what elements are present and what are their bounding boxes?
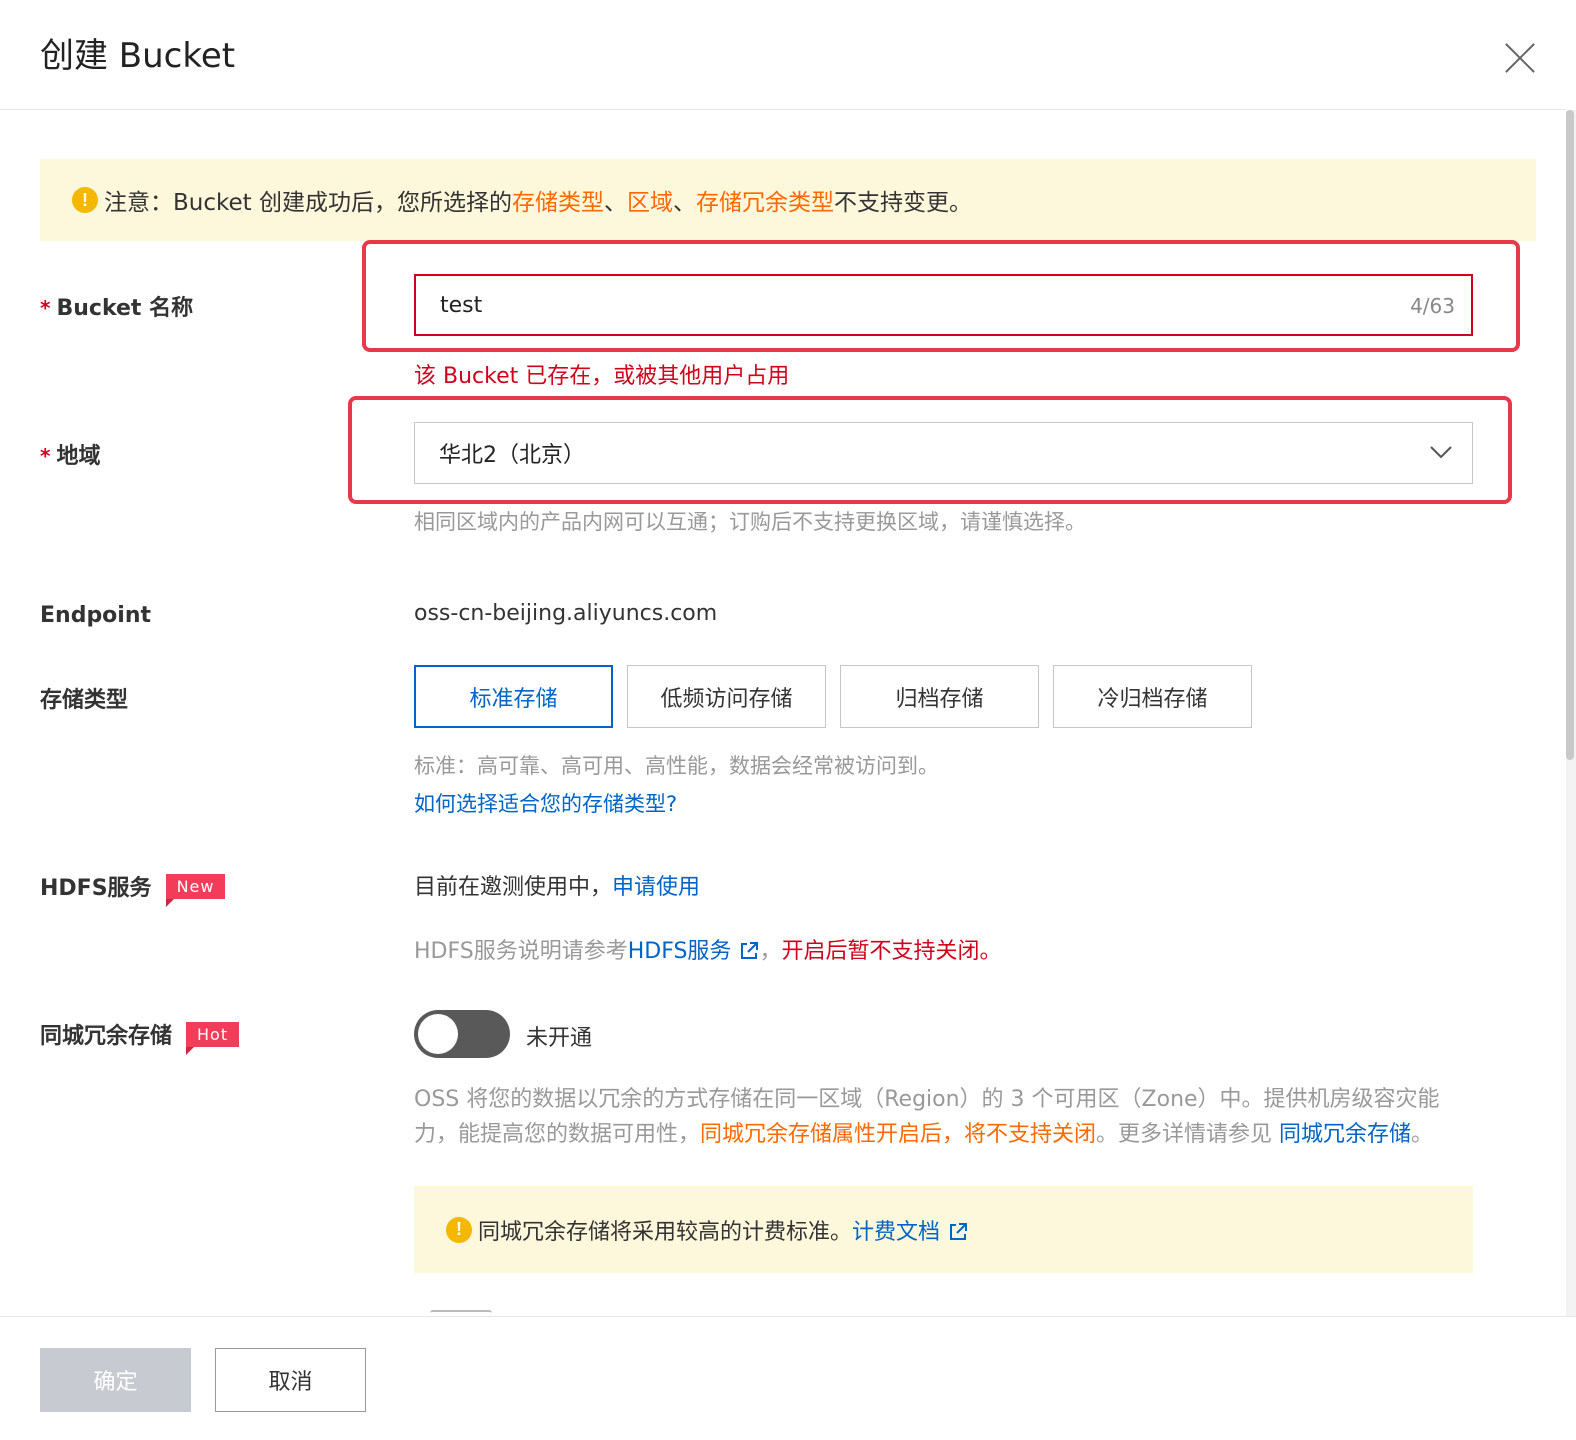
- storage-type-label: 存储类型: [40, 688, 129, 713]
- scrollbar-thumb[interactable]: [1566, 110, 1574, 760]
- zrs-desc-end: 。: [1411, 1122, 1434, 1147]
- bucket-name-value: test: [440, 292, 483, 318]
- bucket-name-error: 该 Bucket 已存在，或被其他用户占用: [414, 364, 790, 389]
- new-badge: New: [165, 874, 226, 907]
- bucket-name-label: * Bucket 名称: [40, 290, 193, 322]
- zrs-desc-warning: 同城冗余存储属性开启后，将不支持关闭: [700, 1122, 1097, 1147]
- billing-doc-link-text: 计费文档: [852, 1219, 941, 1245]
- bucket-name-label-text: Bucket 名称: [56, 296, 194, 321]
- notice-separator: 、: [603, 190, 627, 216]
- zrs-toggle-state: 未开通: [526, 1026, 593, 1051]
- hdfs-note-prefix: HDFS服务说明请参考: [414, 939, 628, 964]
- zrs-doc-link[interactable]: 同城冗余存储: [1279, 1122, 1411, 1147]
- confirm-button[interactable]: 确定: [40, 1348, 191, 1412]
- notice-link-region[interactable]: 区域: [627, 183, 673, 217]
- required-mark: *: [40, 296, 51, 320]
- warning-icon: !: [446, 1216, 472, 1243]
- notice-prefix: 注意：Bucket 创建成功后，您所选择的: [104, 190, 512, 216]
- dialog-header: 创建 Bucket: [0, 0, 1566, 110]
- region-label-text: 地域: [56, 444, 101, 469]
- hdfs-note-warning: 开启后暂不支持关闭。: [781, 939, 1002, 964]
- hdfs-doc-link-text: HDFS服务: [627, 939, 732, 964]
- bucket-name-input[interactable]: test 4/63: [414, 274, 1473, 336]
- zrs-description: OSS 将您的数据以冗余的方式存储在同一区域（Region）的 3 个可用区（Z…: [414, 1082, 1476, 1152]
- endpoint-label: Endpoint: [40, 603, 152, 628]
- zrs-label: 同城冗余存储 Hot: [40, 1018, 240, 1055]
- hdfs-doc-link[interactable]: HDFS服务: [628, 939, 760, 964]
- chevron-down-icon: [1430, 446, 1452, 459]
- close-icon[interactable]: [1500, 38, 1540, 78]
- endpoint-value: oss-cn-beijing.aliyuncs.com: [414, 601, 718, 626]
- hdfs-status: 目前在邀测使用中，申请使用: [414, 869, 700, 901]
- notice-link-redundancy[interactable]: 存储冗余类型: [696, 183, 834, 217]
- region-label: * 地域: [40, 438, 100, 470]
- zrs-desc-text2: 。更多详情请参见: [1096, 1122, 1280, 1147]
- notice-link-storage-type[interactable]: 存储类型: [512, 183, 604, 217]
- zrs-tip-text: 同城冗余存储将采用较高的计费标准。: [478, 1219, 853, 1245]
- dialog-title: 创建 Bucket: [40, 36, 236, 76]
- external-link-icon: [741, 942, 759, 959]
- hdfs-apply-link[interactable]: 申请使用: [612, 875, 700, 900]
- hdfs-label-text: HDFS服务: [40, 876, 152, 901]
- notice-banner: ! 注意：Bucket 创建成功后，您所选择的 存储类型 、 区域 、 存储冗余…: [40, 159, 1536, 241]
- storage-option-ia[interactable]: 低频访问存储: [627, 665, 826, 728]
- zrs-label-text: 同城冗余存储: [40, 1024, 173, 1049]
- notice-suffix: 不支持变更。: [833, 190, 972, 216]
- cancel-button[interactable]: 取消: [215, 1348, 366, 1412]
- storage-option-cold-archive[interactable]: 冷归档存储: [1053, 665, 1252, 728]
- warning-icon: !: [72, 187, 98, 213]
- hdfs-note-sep: ，: [759, 939, 782, 964]
- storage-option-archive[interactable]: 归档存储: [840, 665, 1039, 728]
- hdfs-note: HDFS服务说明请参考HDFS服务 ，开启后暂不支持关闭。: [414, 933, 1001, 965]
- hot-badge: Hot: [186, 1022, 240, 1055]
- region-select[interactable]: 华北2（北京）: [414, 422, 1473, 484]
- storage-type-help: 标准：高可靠、高可用、高性能，数据会经常被访问到。: [414, 754, 939, 778]
- billing-doc-link[interactable]: 计费文档: [852, 1214, 968, 1246]
- hdfs-status-text: 目前在邀测使用中，: [414, 875, 613, 900]
- zrs-toggle[interactable]: [414, 1010, 510, 1058]
- region-value: 华北2（北京）: [439, 443, 585, 468]
- notice-separator: 、: [672, 190, 696, 216]
- create-bucket-dialog: 创建 Bucket ! 注意：Bucket 创建成功后，您所选择的 存储类型 、…: [0, 0, 1576, 1440]
- storage-type-guide-link[interactable]: 如何选择适合您的存储类型?: [414, 788, 677, 818]
- toggle-knob: [418, 1014, 458, 1054]
- external-link-icon: [950, 1222, 968, 1240]
- required-mark: *: [40, 444, 51, 468]
- hdfs-label: HDFS服务 New: [40, 870, 226, 907]
- char-counter: 4/63: [1410, 294, 1455, 318]
- region-help: 相同区域内的产品内网可以互通；订购后不支持更换区域，请谨慎选择。: [414, 510, 1086, 534]
- zrs-billing-tip: ! 同城冗余存储将采用较高的计费标准。 计费文档: [414, 1186, 1473, 1273]
- storage-option-standard[interactable]: 标准存储: [414, 665, 613, 728]
